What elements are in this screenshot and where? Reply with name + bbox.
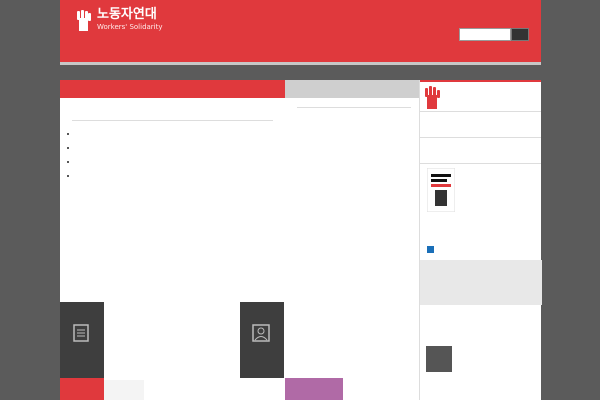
list-item[interactable]	[78, 172, 273, 180]
main-content	[60, 80, 542, 400]
search-form	[459, 28, 529, 41]
sidebar-banner[interactable]	[420, 80, 541, 112]
category-list-left	[116, 308, 236, 338]
secondary-tab[interactable]	[285, 80, 419, 98]
sidebar-heading[interactable]	[420, 112, 541, 138]
featured-related-list	[78, 130, 273, 180]
category-tile-left[interactable]	[60, 302, 104, 378]
header-divider	[60, 62, 541, 65]
person-icon	[252, 324, 270, 342]
book-info	[460, 166, 538, 167]
avatar[interactable]	[426, 346, 452, 372]
search-button[interactable]	[511, 28, 529, 41]
featured-column	[60, 80, 285, 302]
divider	[72, 120, 273, 121]
bottom-row	[60, 378, 419, 400]
list-item[interactable]	[78, 130, 273, 138]
divider	[297, 107, 411, 108]
list-item[interactable]	[78, 144, 273, 152]
sidebar-heading[interactable]	[420, 138, 541, 164]
site-logo[interactable]: 노동자연대 Workers' Solidarity	[73, 8, 163, 31]
category-tile-right[interactable]	[240, 302, 284, 378]
document-icon	[73, 324, 89, 342]
play-icon	[427, 246, 434, 253]
sidebar-gray-block	[420, 260, 542, 305]
search-input[interactable]	[459, 28, 511, 41]
sidebar	[419, 80, 542, 400]
category-tile-red[interactable]	[60, 378, 104, 400]
list-item[interactable]	[78, 158, 273, 166]
thumbnail-image[interactable]	[285, 378, 343, 400]
logo-korean: 노동자연대	[97, 7, 157, 22]
book-cover-image[interactable]	[427, 168, 455, 212]
secondary-column	[285, 80, 419, 302]
raised-fist-icon	[425, 85, 440, 109]
site-header: 노동자연대 Workers' Solidarity	[60, 0, 541, 62]
logo-english: Workers' Solidarity	[97, 23, 163, 31]
more-link[interactable]	[427, 246, 437, 253]
raised-fist-icon	[77, 9, 91, 31]
category-list-right	[296, 308, 416, 338]
category-row	[60, 302, 419, 380]
featured-tab[interactable]	[60, 80, 285, 98]
thumbnail-image[interactable]	[104, 380, 144, 400]
